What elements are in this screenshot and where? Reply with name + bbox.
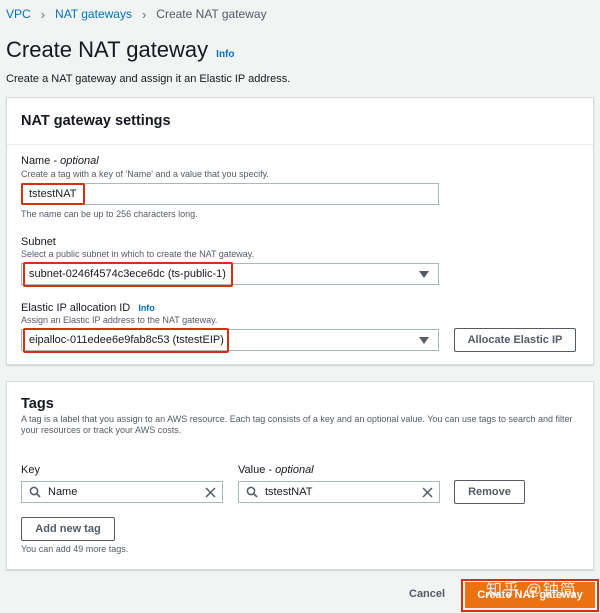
tag-value-value: tstestNAT xyxy=(265,486,313,498)
eip-description: Assign an Elastic IP address to the NAT … xyxy=(21,315,218,325)
tags-description: A tag is a label that you assign to an A… xyxy=(21,414,573,435)
name-label: Name - optional xyxy=(21,155,99,167)
breadcrumb-vpc[interactable]: VPC xyxy=(6,7,31,21)
search-icon xyxy=(22,486,48,498)
breadcrumb-nat-gateways[interactable]: NAT gateways xyxy=(55,7,132,21)
remove-tag-button[interactable]: Remove xyxy=(454,480,525,504)
allocate-elastic-ip-button[interactable]: Allocate Elastic IP xyxy=(454,328,576,352)
name-label-optional: optional xyxy=(60,155,99,167)
caret-down-icon xyxy=(419,337,429,344)
cancel-button[interactable]: Cancel xyxy=(409,588,445,600)
breadcrumb: VPC › NAT gateways › Create NAT gateway xyxy=(6,6,267,22)
eip-label-text: Elastic IP allocation ID xyxy=(21,302,131,314)
breadcrumb-current: Create NAT gateway xyxy=(156,7,267,21)
name-label-text: Name - xyxy=(21,155,61,167)
tag-key-value: Name xyxy=(48,486,78,498)
tags-remaining-hint: You can add 49 more tags. xyxy=(21,544,129,554)
tag-value-label-text: Value - xyxy=(238,464,276,476)
tag-value-label-optional: optional xyxy=(275,464,314,476)
eip-info-link[interactable]: Info xyxy=(138,303,155,313)
add-new-tag-button[interactable]: Add new tag xyxy=(21,517,115,541)
tag-value-input[interactable]: tstestNAT xyxy=(238,481,440,503)
subnet-description: Select a public subnet in which to creat… xyxy=(21,249,255,259)
chevron-right-icon: › xyxy=(141,6,147,22)
eip-label: Elastic IP allocation ID Info xyxy=(21,302,155,314)
tags-panel-header: Tags xyxy=(21,396,54,412)
chevron-right-icon: › xyxy=(40,6,46,22)
search-icon xyxy=(239,486,265,498)
panel-divider xyxy=(7,144,593,145)
settings-panel-header: NAT gateway settings xyxy=(21,113,171,129)
nat-gateway-settings-panel: NAT gateway settings Name - optional Cre… xyxy=(6,97,594,365)
tag-value-label: Value - optional xyxy=(238,464,314,476)
name-highlight xyxy=(21,183,85,205)
caret-down-icon xyxy=(419,271,429,278)
page-title: Create NAT gateway xyxy=(6,37,209,62)
page-description: Create a NAT gateway and assign it an El… xyxy=(6,73,291,85)
subnet-label: Subnet xyxy=(21,236,56,248)
tags-panel: Tags A tag is a label that you assign to… xyxy=(6,381,594,570)
eip-highlight xyxy=(23,328,229,353)
page-info-link[interactable]: Info xyxy=(216,49,234,60)
tag-key-label: Key xyxy=(21,464,40,476)
subnet-highlight xyxy=(23,262,233,287)
page-title-row: Create NAT gateway Info xyxy=(6,37,235,63)
name-hint: The name can be up to 256 characters lon… xyxy=(21,209,198,219)
clear-icon[interactable] xyxy=(415,486,439,498)
watermark: 知乎 @钟简 xyxy=(486,582,577,599)
tag-key-input[interactable]: Name xyxy=(21,481,223,503)
clear-icon[interactable] xyxy=(198,486,222,498)
name-description: Create a tag with a key of 'Name' and a … xyxy=(21,169,269,179)
